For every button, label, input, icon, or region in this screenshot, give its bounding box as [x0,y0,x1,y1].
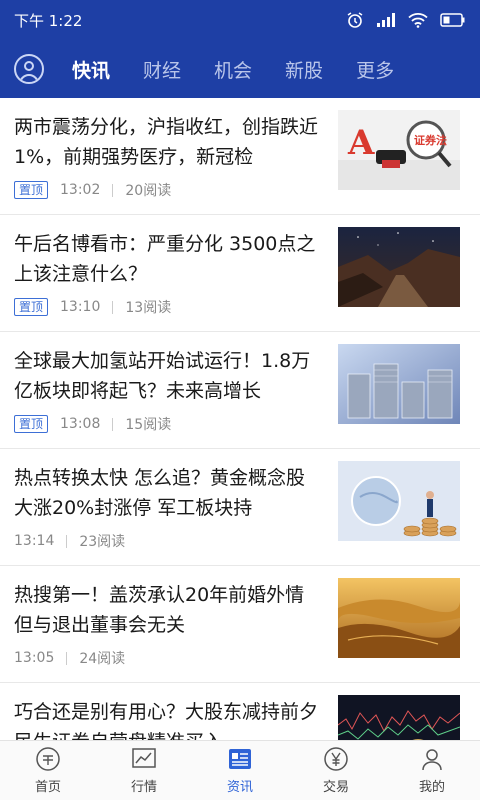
news-reads: 15阅读 [125,417,172,433]
news-item[interactable]: 两市震荡分化，沪指收红，创指跌近1%，前期强势医疗，新冠检 置顶 13:02 2… [0,98,480,215]
news-title: 全球最大加氢站开始试运行！1.8万亿板块即将起飞？未来高增长 [14,350,311,402]
signal-icon [377,13,395,27]
nav-news-label: 资讯 [226,780,253,795]
news-icon [229,749,251,769]
user-icon [422,749,442,771]
nav-mine-label: 我的 [418,780,445,795]
news-title: 两市震荡分化，沪指收红，创指跌近1%，前期强势医疗，新冠检 [14,116,319,168]
news-item[interactable]: 午后名博看市：严重分化 3500点之上该注意什么？ 置顶 13:10 13阅读 [0,215,480,332]
news-meta: 置顶 13:02 20阅读 [14,180,171,200]
pinned-badge: 置顶 [14,415,49,433]
pinned-badge: 置顶 [14,298,49,316]
status-time: 下午 1:22 [14,11,83,30]
news-time: 13:08 [60,416,101,432]
news-title: 热搜第一！盖茨承认20年前婚外情 但与退出董事会无关 [14,584,305,636]
bottom-nav: 首页 行情 资讯 交易 我的 [0,740,480,800]
status-bar: 下午 1:22 [0,0,480,40]
coupon-icon [36,747,60,771]
news-reads: 23阅读 [79,534,126,550]
nav-market[interactable]: 行情 [96,741,192,800]
news-time: 13:05 [14,650,55,666]
news-feed: 两市震荡分化，沪指收红，创指跌近1%，前期强势医疗，新冠检 置顶 13:02 2… [0,98,480,740]
nav-trade[interactable]: 交易 [288,741,384,800]
alarm-icon [347,12,363,28]
news-thumbnail [338,227,460,307]
thumb-letter-a: A [347,123,375,163]
news-thumbnail [338,695,460,740]
news-meta: 13:14 23阅读 [14,531,125,551]
chart-icon [132,748,156,768]
news-item[interactable]: 热搜第一！盖茨承认20年前婚外情 但与退出董事会无关 13:05 24阅读 [0,566,480,683]
pinned-badge: 置顶 [14,181,49,199]
tab-jihui[interactable]: 机会 [214,56,252,83]
news-title: 巧合还是别有用心？大股东减持前夕 民生证券自营盘精准买入 [14,701,319,740]
news-reads: 13阅读 [125,300,172,316]
tab-xingu[interactable]: 新股 [285,56,323,83]
thumb-zhengquanfa: 证券法 [414,133,447,147]
news-thumbnail [338,344,460,424]
news-title: 午后名博看市：严重分化 3500点之上该注意什么？ [14,233,316,285]
news-reads: 24阅读 [79,651,126,667]
news-item[interactable]: 热点转换太快 怎么追？黄金概念股大涨20%封涨停 军工板块持 13:14 23阅… [0,449,480,566]
news-thumbnail [338,461,460,541]
wifi-icon [408,13,428,28]
news-meta: 13:05 24阅读 [14,648,125,668]
yen-icon [324,747,348,771]
news-item[interactable]: 巧合还是别有用心？大股东减持前夕 民生证券自营盘精准买入 [0,683,480,740]
news-reads: 20阅读 [125,183,172,199]
tab-gengduo[interactable]: 更多 [356,56,394,83]
nav-mine[interactable]: 我的 [384,741,480,800]
tab-bar: 快讯 财经 机会 新股 更多 [72,56,394,83]
news-meta: 置顶 13:08 15阅读 [14,414,171,434]
news-thumbnail [338,578,460,658]
nav-market-label: 行情 [130,780,157,795]
news-time: 13:10 [60,299,101,315]
news-time: 13:14 [14,533,55,549]
news-time: 13:02 [60,182,101,198]
tab-caijing[interactable]: 财经 [143,56,181,83]
tab-kuaixun[interactable]: 快讯 [72,56,110,83]
news-meta: 置顶 13:10 13阅读 [14,297,171,317]
news-title: 热点转换太快 怎么追？黄金概念股大涨20%封涨停 军工板块持 [14,467,306,519]
top-nav: 快讯 财经 机会 新股 更多 [0,40,480,98]
news-thumbnail: A 证券法 [338,110,460,190]
nav-news[interactable]: 资讯 [192,741,288,800]
nav-trade-label: 交易 [322,780,349,795]
avatar-icon[interactable] [14,54,44,84]
news-item[interactable]: 全球最大加氢站开始试运行！1.8万亿板块即将起飞？未来高增长 置顶 13:08 … [0,332,480,449]
nav-home-label: 首页 [34,780,61,795]
battery-icon [440,13,465,27]
nav-home[interactable]: 首页 [0,741,96,800]
